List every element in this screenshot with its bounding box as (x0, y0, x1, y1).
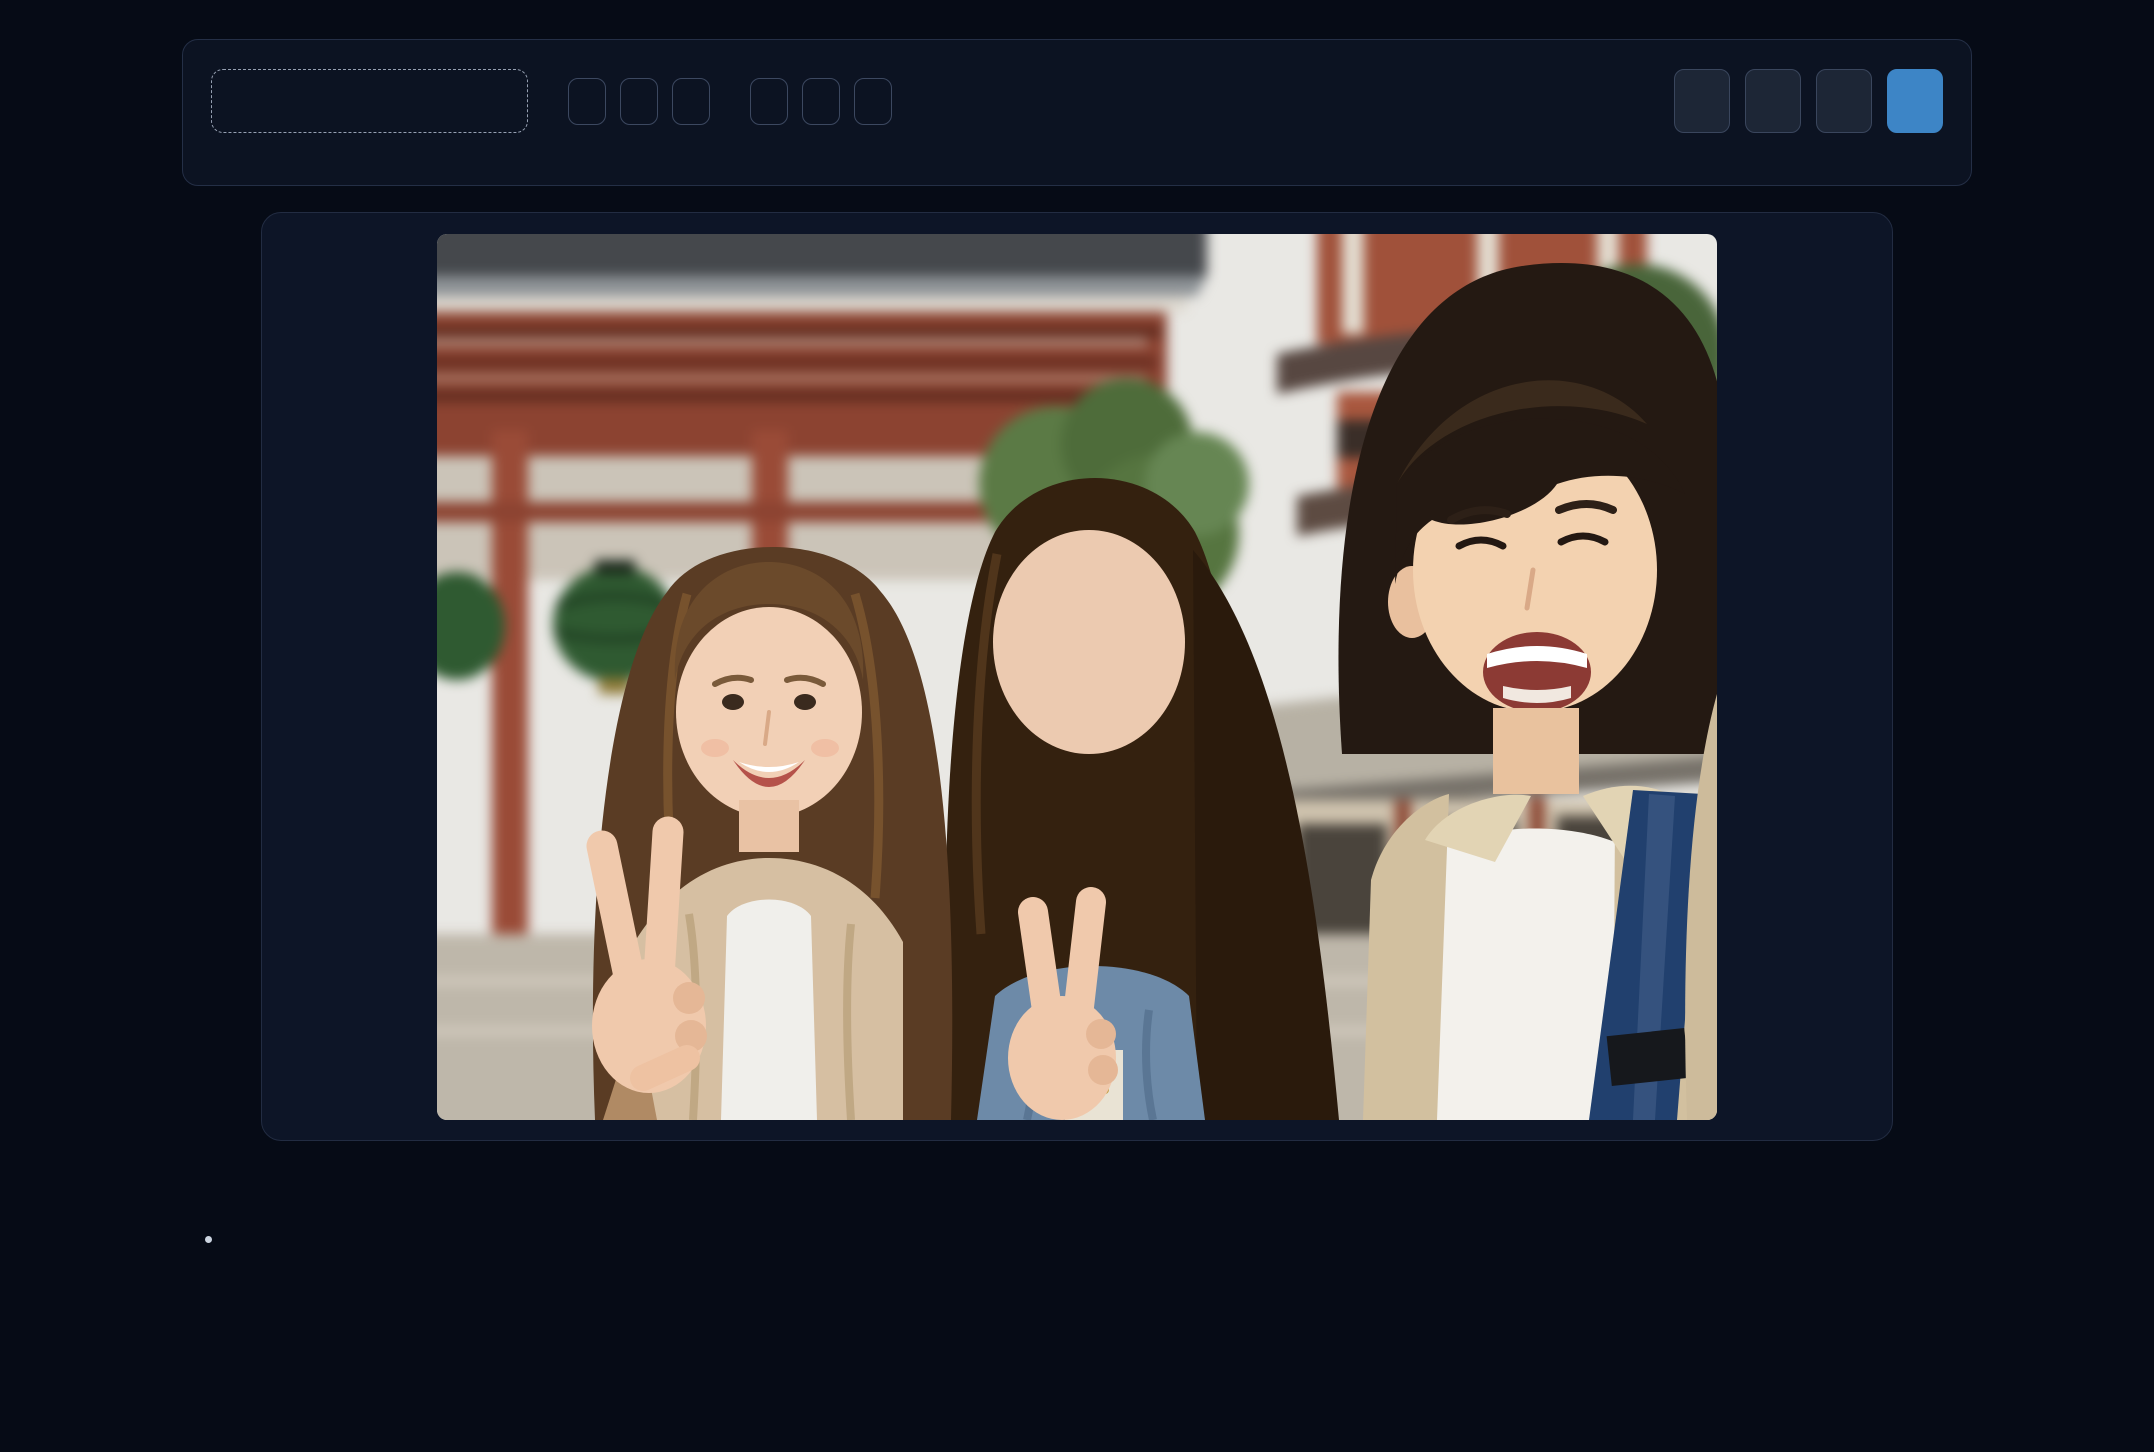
features-section (182, 1223, 1972, 1256)
toolbar-row (211, 69, 1943, 133)
coarseness-option-fine[interactable] (568, 78, 606, 125)
canvas-card (261, 212, 1893, 1141)
page-header (0, 0, 2154, 2)
features-list (182, 1223, 1972, 1256)
feature-item (226, 1223, 1972, 1256)
image-select-drop-button[interactable] (211, 69, 528, 133)
brush-option-medium[interactable] (802, 78, 840, 125)
undo-button[interactable] (1674, 69, 1730, 133)
brush-option-large[interactable] (854, 78, 892, 125)
coarseness-option-coarse[interactable] (672, 78, 710, 125)
clear-button[interactable] (1816, 69, 1872, 133)
brush-option-small[interactable] (750, 78, 788, 125)
download-button[interactable] (1887, 69, 1943, 133)
toolbar-actions (1674, 69, 1943, 133)
toolbar-card (182, 39, 1972, 186)
photo-canvas[interactable] (437, 234, 1717, 1120)
redo-button[interactable] (1745, 69, 1801, 133)
man-figure (1338, 263, 1717, 1120)
coarseness-option-medium[interactable] (620, 78, 658, 125)
left-woman-figure (592, 547, 952, 1120)
